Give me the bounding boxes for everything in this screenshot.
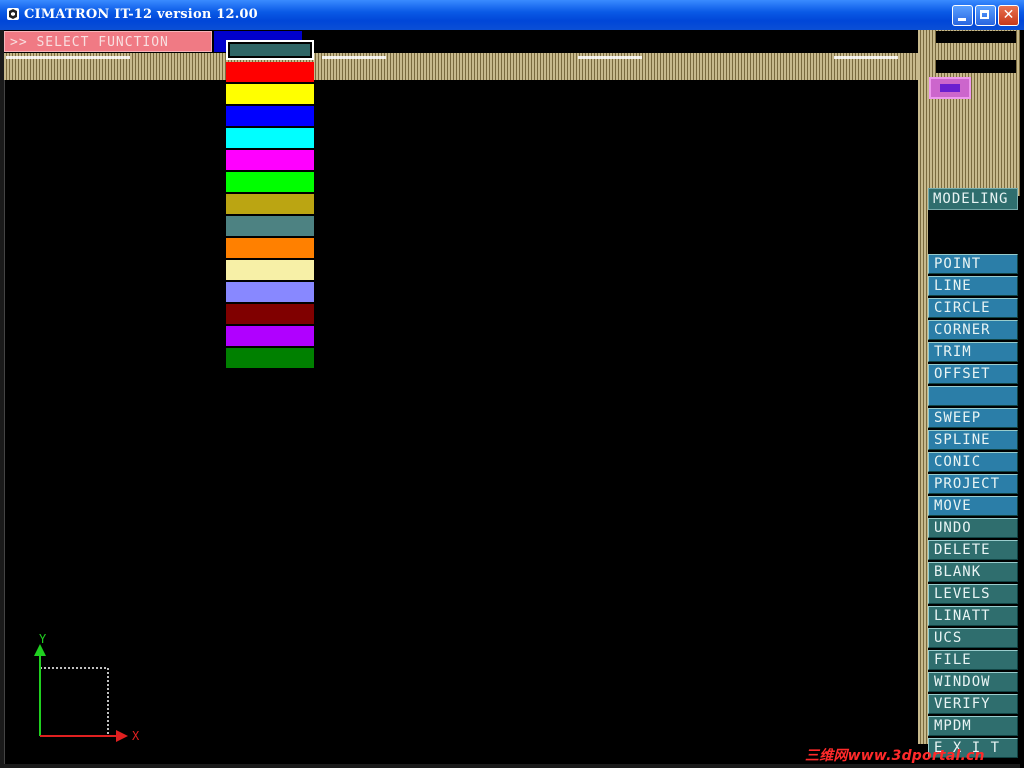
menu-item-offset[interactable]: OFFSET <box>928 364 1018 384</box>
menu-spacer <box>928 212 1018 254</box>
menu-item-corner[interactable]: CORNER <box>928 320 1018 340</box>
status-tick <box>6 56 130 59</box>
color-swatch[interactable] <box>226 40 314 60</box>
color-swatch[interactable] <box>226 282 314 302</box>
menu-item-point[interactable]: POINT <box>928 254 1018 274</box>
menu-item-move[interactable]: MOVE <box>928 496 1018 516</box>
menu-item-window[interactable]: WINDOW <box>928 672 1018 692</box>
color-swatch[interactable] <box>226 172 314 192</box>
menu-item-linatt[interactable]: LINATT <box>928 606 1018 626</box>
status-tick <box>834 56 898 59</box>
right-panel-pattern <box>918 30 1020 196</box>
minimize-button[interactable] <box>952 5 973 26</box>
ucs-axes: Y X <box>34 632 140 743</box>
close-icon: ✕ <box>1002 7 1015 23</box>
close-button[interactable]: ✕ <box>998 5 1019 26</box>
color-toggle-icon <box>940 84 960 92</box>
menu-item-blank[interactable] <box>928 386 1018 406</box>
color-swatch[interactable] <box>226 238 314 258</box>
color-swatch[interactable] <box>226 326 314 346</box>
menu-item-undo[interactable]: UNDO <box>928 518 1018 538</box>
right-status-field <box>936 60 1016 73</box>
minimize-icon <box>953 6 972 25</box>
color-swatch[interactable] <box>226 348 314 368</box>
color-swatch[interactable] <box>226 216 314 236</box>
menu-item-ucs[interactable]: UCS <box>928 628 1018 648</box>
select-function-prompt: >> SELECT FUNCTION <box>4 31 212 52</box>
status-tick <box>322 56 386 59</box>
color-swatch[interactable] <box>226 62 314 82</box>
maximize-button[interactable] <box>975 5 996 26</box>
left-border <box>0 30 5 768</box>
menu-item-file[interactable]: FILE <box>928 650 1018 670</box>
menu-item-delete[interactable]: DELETE <box>928 540 1018 560</box>
x-axis-arrow-icon <box>116 730 128 742</box>
menu-title-modeling[interactable]: MODELING <box>928 188 1018 210</box>
menu-item-spline[interactable]: SPLINE <box>928 430 1018 450</box>
status-strip <box>4 53 920 80</box>
menu-item-mpdm[interactable]: MPDM <box>928 716 1018 736</box>
menu-item-line[interactable]: LINE <box>928 276 1018 296</box>
watermark: 三维网www.3dportal.cn <box>805 748 985 764</box>
color-swatch[interactable] <box>226 84 314 104</box>
menu-item-conic[interactable]: CONIC <box>928 452 1018 472</box>
color-swatch[interactable] <box>226 128 314 148</box>
menu-side-pattern <box>918 196 928 744</box>
maximize-icon <box>976 6 995 25</box>
right-status-field <box>936 31 1016 43</box>
color-swatch[interactable] <box>226 150 314 170</box>
menu-item-levels[interactable]: LEVELS <box>928 584 1018 604</box>
menu-item-trim[interactable]: TRIM <box>928 342 1018 362</box>
color-swatch[interactable] <box>226 106 314 126</box>
color-toggle-button[interactable] <box>929 77 971 99</box>
x-axis-label: X <box>132 729 140 743</box>
window-title: CIMATRON IT-12 version 12.00 <box>24 7 258 22</box>
graphics-area[interactable] <box>0 30 1024 768</box>
status-tick <box>578 56 642 59</box>
menu-item-circle[interactable]: CIRCLE <box>928 298 1018 318</box>
menu-item-sweep[interactable]: SWEEP <box>928 408 1018 428</box>
menu-item-verify[interactable]: VERIFY <box>928 694 1018 714</box>
view-box <box>39 667 109 737</box>
color-swatch[interactable] <box>226 260 314 280</box>
y-axis-label: Y <box>39 632 47 646</box>
title-bar[interactable]: CIMATRON IT-12 version 12.00 ✕ <box>0 0 1024 30</box>
app-icon <box>7 8 19 20</box>
color-swatch[interactable] <box>226 194 314 214</box>
color-swatch[interactable] <box>226 304 314 324</box>
menu-item-blank[interactable]: BLANK <box>928 562 1018 582</box>
menu-item-project[interactable]: PROJECT <box>928 474 1018 494</box>
